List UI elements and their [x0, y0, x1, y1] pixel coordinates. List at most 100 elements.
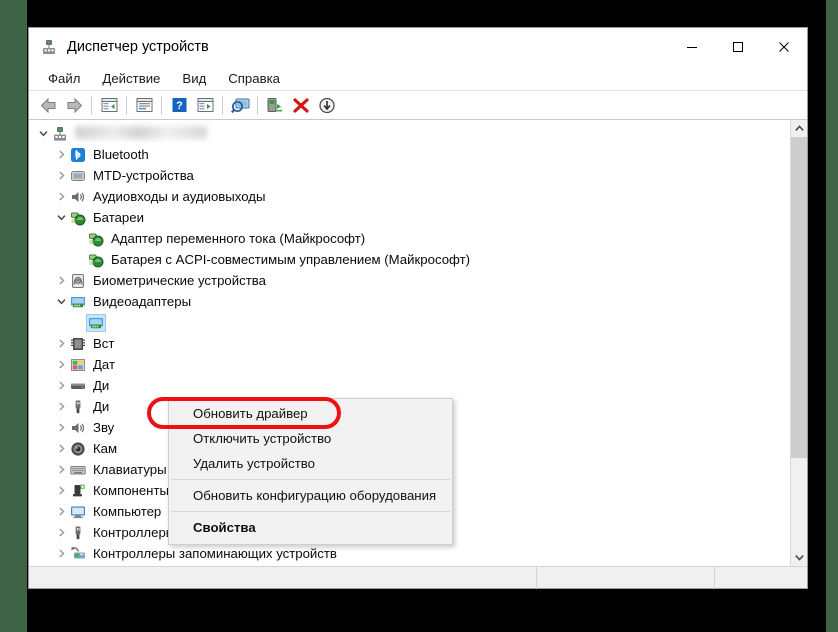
menu-file[interactable]: Файл [37, 69, 91, 88]
tree-row-label: Адаптер переменного тока (Майкрософт) [111, 232, 365, 245]
menu-view[interactable]: Вид [171, 69, 217, 88]
back-icon[interactable] [35, 93, 61, 117]
toolbar-separator [161, 96, 162, 114]
chevron-down-icon[interactable] [53, 297, 69, 306]
close-button[interactable] [761, 28, 807, 66]
tree-row-label [75, 126, 207, 141]
scan-hardware-changes-icon[interactable] [227, 93, 253, 117]
tree-row[interactable]: Аудиовходы и аудиовыходы [29, 186, 790, 207]
chevron-right-icon[interactable] [53, 192, 69, 201]
svg-text:?: ? [176, 100, 183, 112]
tree-row[interactable]: Адаптер переменного тока (Майкрософт) [29, 228, 790, 249]
status-cell-main [29, 567, 537, 589]
tree-row[interactable] [29, 312, 790, 333]
chevron-right-icon[interactable] [53, 171, 69, 180]
keyboard-icon [69, 462, 87, 478]
tree-row-label: Видеоадаптеры [93, 295, 191, 308]
storage-controller-icon [69, 546, 87, 562]
properties-icon[interactable] [131, 93, 157, 117]
memory-icon [69, 336, 87, 352]
ctx-disable-device[interactable]: Отключить устройство [169, 426, 452, 451]
tree-row-label: Ди [93, 379, 109, 392]
tree-row[interactable] [29, 123, 790, 144]
chevron-right-icon[interactable] [53, 444, 69, 453]
ctx-scan-hardware-changes[interactable]: Обновить конфигурацию оборудования [169, 483, 452, 508]
tree-row[interactable]: Батареи [29, 207, 790, 228]
tree-row[interactable]: Вст [29, 333, 790, 354]
screenshot-canvas: Диспетчер устройств Файл Действие Вид Сп… [0, 0, 838, 632]
computer-icon [69, 504, 87, 520]
audio-icon [69, 189, 87, 205]
bluetooth-icon [69, 147, 87, 163]
help-icon[interactable]: ? [166, 93, 192, 117]
status-cell-tertiary [715, 567, 807, 589]
chevron-right-icon[interactable] [53, 423, 69, 432]
scrollbar-thumb[interactable] [791, 137, 808, 458]
chevron-right-icon[interactable] [53, 360, 69, 369]
ctx-update-driver[interactable]: Обновить драйвер [169, 401, 452, 426]
maximize-button[interactable] [715, 28, 761, 66]
usb-icon [69, 525, 87, 541]
tree-row[interactable]: Видеоадаптеры [29, 291, 790, 312]
tree-row[interactable]: Ди [29, 375, 790, 396]
toolbar: ? [29, 91, 807, 120]
display-adapter-icon [87, 315, 105, 331]
forward-icon[interactable] [61, 93, 87, 117]
chevron-right-icon[interactable] [53, 549, 69, 558]
desktop-background-left [0, 0, 27, 632]
update-driver-icon[interactable] [262, 93, 288, 117]
chevron-right-icon[interactable] [53, 402, 69, 411]
tree-row-label: Батарея с ACPI-совместимым управлением (… [111, 253, 470, 266]
tree-row-label: Вст [93, 337, 114, 350]
scrollbar-track[interactable] [791, 137, 808, 549]
tree-row[interactable]: MTD-устройства [29, 165, 790, 186]
usb-icon [69, 399, 87, 415]
minimize-button[interactable] [669, 28, 715, 66]
chevron-right-icon[interactable] [53, 507, 69, 516]
uninstall-device-icon[interactable] [288, 93, 314, 117]
tree-row[interactable]: Bluetooth [29, 144, 790, 165]
toolbar-separator [126, 96, 127, 114]
scroll-up-arrow-icon[interactable] [791, 120, 808, 137]
tree-row-label: Кам [93, 442, 117, 455]
show-hide-console-tree-icon[interactable] [96, 93, 122, 117]
tree-row[interactable]: Дат [29, 354, 790, 375]
tree-row-label: Ди [93, 400, 109, 413]
tree-row-label: MTD-устройства [93, 169, 194, 182]
battery-icon [87, 231, 105, 247]
chevron-right-icon[interactable] [53, 381, 69, 390]
tree-row-label: Аудиовходы и аудиовыходы [93, 190, 265, 203]
menu-action[interactable]: Действие [91, 69, 171, 88]
status-cell-secondary [537, 567, 715, 589]
tree-row[interactable]: Мониторы [29, 564, 790, 566]
chevron-right-icon[interactable] [53, 465, 69, 474]
caption-buttons [669, 28, 807, 66]
context-menu[interactable]: Обновить драйверОтключить устройствоУдал… [168, 398, 453, 545]
chevron-right-icon[interactable] [53, 339, 69, 348]
ctx-uninstall-device[interactable]: Удалить устройство [169, 451, 452, 476]
device-manager-window: Диспетчер устройств Файл Действие Вид Сп… [28, 27, 808, 589]
tree-row[interactable]: Биометрические устройства [29, 270, 790, 291]
chevron-down-icon[interactable] [53, 213, 69, 222]
context-menu-separator [171, 479, 450, 480]
ctx-properties[interactable]: Свойства [169, 515, 452, 540]
chevron-right-icon[interactable] [53, 276, 69, 285]
menu-help[interactable]: Справка [217, 69, 291, 88]
mtd-icon [69, 168, 87, 184]
computer-root-icon [51, 126, 69, 142]
tree-row-label: Bluetooth [93, 148, 149, 161]
show-hide-action-pane-icon[interactable] [192, 93, 218, 117]
chevron-right-icon[interactable] [53, 150, 69, 159]
tree-row-label: Биометрические устройства [93, 274, 266, 287]
window-title: Диспетчер устройств [67, 40, 209, 55]
scroll-down-arrow-icon[interactable] [791, 549, 808, 566]
tree-row[interactable]: Контроллеры запоминающих устройств [29, 543, 790, 564]
disk-drive-icon [69, 378, 87, 394]
chevron-right-icon[interactable] [53, 528, 69, 537]
camera-icon [69, 441, 87, 457]
disable-device-icon[interactable] [314, 93, 340, 117]
chevron-right-icon[interactable] [53, 486, 69, 495]
desktop-background-right [826, 0, 838, 632]
vertical-scrollbar[interactable] [790, 120, 807, 566]
tree-row[interactable]: Батарея с ACPI-совместимым управлением (… [29, 249, 790, 270]
